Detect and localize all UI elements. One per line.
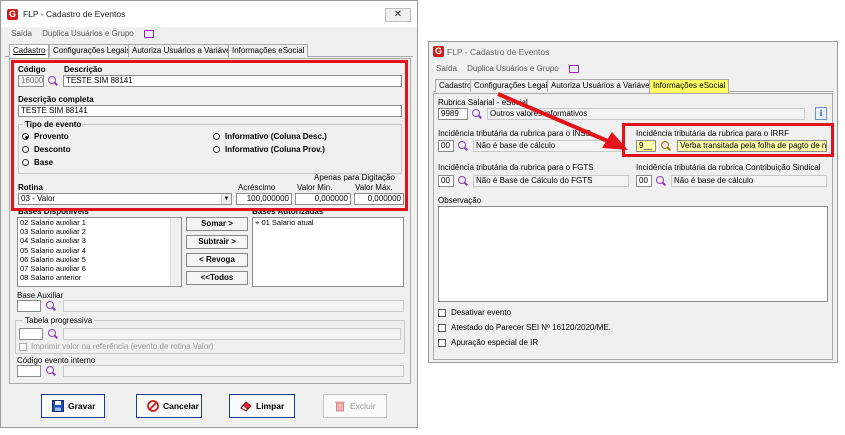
left-window: G FLP - Cadastro de Eventos ✕ Saída Dupl… (0, 0, 418, 428)
list-item[interactable]: 07 Salario auxiliar 6 (20, 264, 181, 273)
desativar-label: Desativar evento (451, 308, 512, 317)
imprimir-checkbox[interactable] (19, 343, 27, 351)
right-menubar: Saída Duplica Usuários e Grupo (429, 64, 837, 76)
list-item[interactable]: + 01 Salario atual (255, 218, 403, 227)
list-scrollbar[interactable] (170, 218, 181, 286)
cancelar-button[interactable]: Cancelar (136, 394, 202, 418)
gravar-button[interactable]: Gravar (41, 394, 105, 418)
subtrair-button[interactable]: Subtrair > (186, 235, 248, 249)
monitor-icon[interactable] (143, 29, 154, 38)
floppy-disk-icon (52, 400, 64, 412)
list-item[interactable]: 06 Salario auxiliar 5 (20, 255, 181, 264)
observacao-label: Observação (438, 196, 482, 205)
menu-saida[interactable]: Saída (11, 29, 32, 38)
atestado-label: Atestado do Parecer SEI Nº 16120/2020/ME… (451, 323, 611, 332)
tab-informacoes-esocial[interactable]: Informações eSocial (228, 44, 309, 57)
info-icon[interactable]: i (815, 107, 827, 120)
codigo-interno-desc (63, 365, 404, 377)
rubrica-code[interactable]: 9989 (438, 108, 468, 120)
tab-autoriza-usuarios[interactable]: Autoriza Usuários a Variáveis (547, 79, 660, 92)
left-titlebar: G FLP - Cadastro de Eventos ✕ (1, 1, 417, 27)
tabela-progressiva-desc (63, 328, 401, 340)
search-icon[interactable] (47, 328, 59, 340)
tabela-progressiva-label: Tabela progressiva (23, 316, 95, 325)
desativar-checkbox[interactable] (438, 309, 446, 317)
cancel-icon (147, 400, 159, 412)
search-icon[interactable] (471, 108, 483, 120)
tab-configuracoes-legais[interactable]: Configurações Legais (49, 44, 135, 57)
highlight-box (11, 60, 408, 211)
close-button[interactable]: ✕ (385, 8, 411, 22)
fgts-label: Incidência tributária da rubrica para o … (438, 163, 594, 172)
irrf-highlight-box (622, 123, 834, 157)
tab-informacoes-esocial[interactable]: Informações eSocial (649, 79, 730, 93)
menu-saida[interactable]: Saída (436, 64, 457, 73)
tab-cadastro[interactable]: Cadastro (9, 44, 50, 58)
menu-duplica[interactable]: Duplica Usuários e Grupo (467, 64, 559, 73)
monitor-icon[interactable] (568, 64, 579, 73)
imprimir-label: Imprimir valor na referência (evento de … (31, 342, 214, 351)
list-item[interactable]: 08 Salario anterior (20, 273, 181, 282)
search-icon[interactable] (655, 175, 667, 187)
app-logo-icon: G (7, 9, 18, 20)
rubrica-label: Rubrica Salarial - eSocial (438, 98, 528, 107)
sindical-label: Incidência tributária da rubrica Contrib… (636, 163, 821, 172)
todos-button[interactable]: <<Todos (186, 271, 248, 285)
inss-label: Incidência tributária da rubrica para o … (438, 129, 591, 138)
limpar-button[interactable]: Limpar (229, 394, 295, 418)
left-tabs: Cadastro Configurações Legais Autoriza U… (5, 44, 413, 58)
tabela-progressiva-code[interactable] (19, 328, 43, 340)
base-auxiliar-desc (63, 300, 404, 312)
tab-autoriza-usuarios[interactable]: Autoriza Usuários a Variáveis (128, 44, 241, 57)
base-auxiliar-code[interactable] (17, 300, 41, 312)
list-item[interactable]: 05 Salario auxiliar 4 (20, 246, 181, 255)
bases-autorizadas-list[interactable]: + 01 Salario atual (252, 217, 404, 287)
list-item[interactable]: 03 Salario auxiliar 2 (20, 227, 181, 236)
tab-configuracoes-legais[interactable]: Configurações Legais (470, 79, 556, 92)
right-titlebar: G FLP - Cadastro de Eventos (429, 42, 837, 61)
list-item[interactable]: 04 Salario auxiliar 3 (20, 236, 181, 245)
left-window-title: FLP - Cadastro de Eventos (23, 9, 126, 19)
sindical-desc: Não é base de cálculo (671, 175, 827, 187)
bases-disponiveis-list[interactable]: 02 Salario auxiliar 1 03 Salario auxilia… (17, 217, 182, 287)
rubrica-desc: Outros valores informativos (487, 108, 805, 120)
atestado-checkbox[interactable] (438, 324, 446, 332)
apuracao-checkbox[interactable] (438, 339, 446, 347)
fgts-desc: Não é Base de Cálculo do FGTS (473, 175, 629, 187)
inss-desc: Não é base de cálculo (473, 140, 625, 152)
right-window-title: FLP - Cadastro de Eventos (447, 46, 550, 57)
search-icon[interactable] (457, 175, 469, 187)
trash-icon (335, 401, 345, 412)
left-menubar: Saída Duplica Usuários e Grupo (1, 29, 417, 41)
sindical-code[interactable]: 00 (636, 175, 652, 187)
search-icon[interactable] (45, 365, 57, 377)
excluir-button[interactable]: Excluir (323, 394, 387, 418)
app-logo-icon: G (433, 46, 444, 57)
base-auxiliar-label: Base Auxiliar (17, 291, 64, 300)
revoga-button[interactable]: < Revoga (186, 253, 248, 267)
list-item[interactable]: 02 Salario auxiliar 1 (20, 218, 181, 227)
apuracao-label: Apuração especial de IR (451, 338, 539, 347)
right-tabs: Cadastro Configurações Legais Autoriza U… (433, 79, 833, 93)
fgts-code[interactable]: 00 (438, 175, 454, 187)
observacao-field[interactable] (438, 206, 828, 302)
codigo-interno-label: Código evento interno (17, 356, 96, 365)
right-window: G FLP - Cadastro de Eventos Saída Duplic… (428, 41, 838, 363)
eraser-icon (240, 401, 252, 412)
codigo-interno-code[interactable] (17, 365, 41, 377)
inss-code[interactable]: 00 (438, 140, 454, 152)
search-icon[interactable] (45, 300, 57, 312)
search-icon[interactable] (457, 140, 469, 152)
somar-button[interactable]: Somar > (186, 217, 248, 231)
menu-duplica[interactable]: Duplica Usuários e Grupo (42, 29, 134, 38)
